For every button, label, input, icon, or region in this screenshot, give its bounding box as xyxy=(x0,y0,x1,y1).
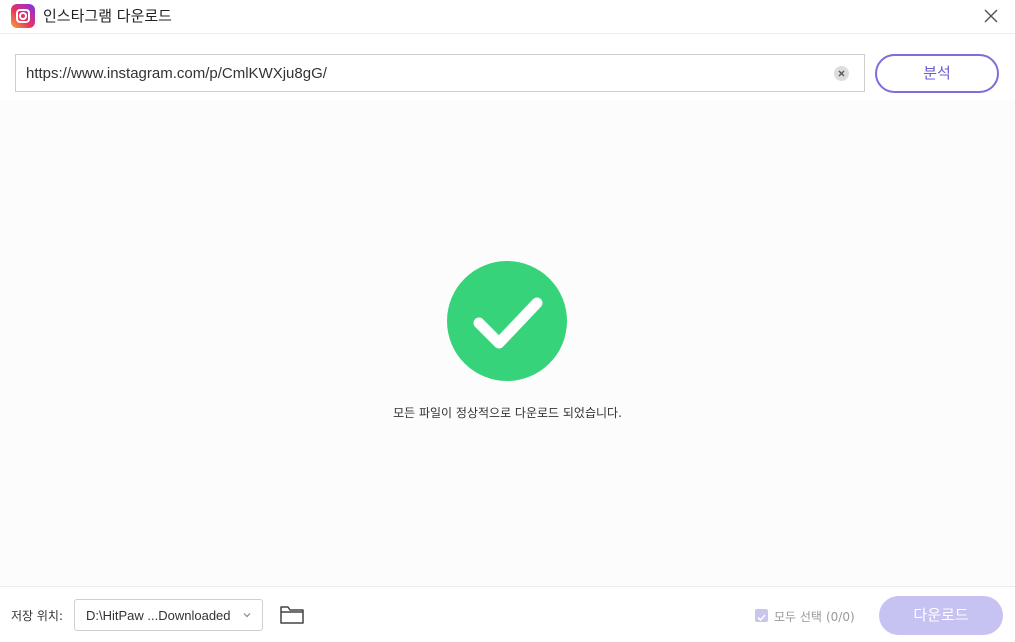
url-field[interactable] xyxy=(15,54,865,92)
check-circle-icon xyxy=(447,261,567,381)
url-input[interactable] xyxy=(16,55,826,91)
save-location-label: 저장 위치: xyxy=(11,609,64,623)
close-button[interactable] xyxy=(981,6,1001,26)
save-path-value: D:\HitPaw ...Downloaded xyxy=(86,608,231,623)
main-content: 모든 파일이 정상적으로 다운로드 되었습니다. xyxy=(0,100,1015,586)
checkmark-icon xyxy=(757,614,766,622)
clear-url-button[interactable] xyxy=(834,66,849,81)
close-icon xyxy=(984,9,998,23)
download-button[interactable]: 다운로드 xyxy=(879,596,1003,635)
select-all-checkbox[interactable] xyxy=(755,609,768,622)
clear-icon xyxy=(838,70,845,77)
save-path-dropdown[interactable]: D:\HitPaw ...Downloaded xyxy=(74,599,263,631)
footer-bar: 저장 위치: D:\HitPaw ...Downloaded 모두 선택 (0/0… xyxy=(0,586,1015,642)
select-all-label: 모두 선택 xyxy=(774,610,822,624)
chevron-down-icon xyxy=(243,613,251,618)
open-folder-button[interactable] xyxy=(279,604,305,626)
instagram-icon xyxy=(11,4,35,28)
status-message: 모든 파일이 정상적으로 다운로드 되었습니다. xyxy=(393,406,622,420)
window-title: 인스타그램 다운로드 xyxy=(43,7,172,25)
analyze-button[interactable]: 분석 xyxy=(875,54,999,93)
select-all-count: (0/0) xyxy=(825,610,855,624)
folder-icon xyxy=(280,606,304,624)
title-bar: 인스타그램 다운로드 xyxy=(0,0,1015,34)
